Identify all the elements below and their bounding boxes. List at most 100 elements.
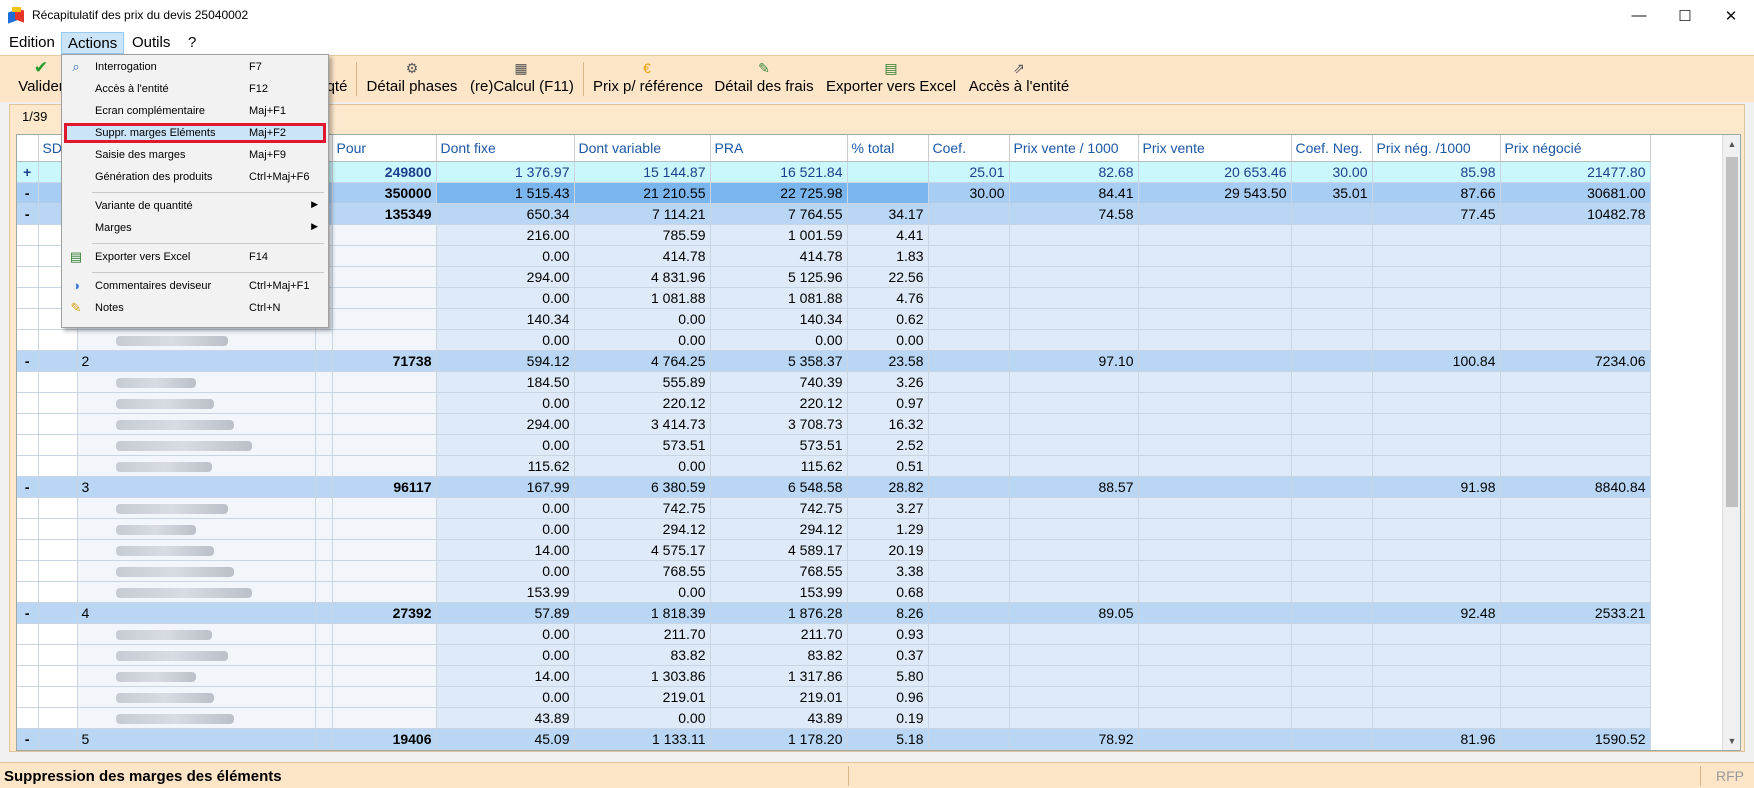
scrollbar-thumb[interactable] xyxy=(1726,157,1738,507)
menu-item-generation-des-produits[interactable]: Génération des produits Ctrl+Maj+F6 xyxy=(64,167,326,187)
menu-item-exporter-vers-excel[interactable]: ▤ Exporter vers Excel F14 xyxy=(64,247,326,267)
cell-coef xyxy=(928,476,1010,498)
cell-dont-fixe: 0.00 xyxy=(436,434,575,456)
cell-dont-variable: 0.00 xyxy=(574,329,711,351)
expand-toggle: + xyxy=(17,161,39,183)
exporter-excel-button[interactable]: ▤ Exporter vers Excel xyxy=(826,58,956,100)
cell-numero: 4 xyxy=(77,602,316,624)
table-row-detail[interactable]: 0.00 294.12 294.12 1.29 xyxy=(17,518,1651,540)
cell-prix-vente xyxy=(1138,350,1292,372)
col-pour[interactable]: Pour xyxy=(332,135,437,162)
col-prix-negocie[interactable]: Prix négocié xyxy=(1500,135,1651,162)
cell-dont-fixe: 43.89 xyxy=(436,707,575,729)
valider-button[interactable]: ✔ Valider xyxy=(16,58,66,100)
blurred-designation xyxy=(77,560,316,582)
col-coef-neg[interactable]: Coef. Neg. xyxy=(1291,135,1373,162)
table-row-detail[interactable]: 115.62 0.00 115.62 0.51 xyxy=(17,455,1651,477)
detail-phases-button[interactable]: ⚙ Détail phases xyxy=(366,58,458,100)
maximize-button[interactable]: ☐ xyxy=(1662,0,1708,31)
table-row-group[interactable]: - 5 19406 45.09 1 133.11 1 178.20 5.18 78.92 81.… xyxy=(17,728,1651,750)
col-prix-vente-1000[interactable]: Prix vente / 1000 xyxy=(1009,135,1139,162)
table-row-detail[interactable]: 0.00 83.82 83.82 0.37 xyxy=(17,644,1651,666)
col-prix-neg-1000[interactable]: Prix nég. /1000 xyxy=(1372,135,1501,162)
col-dont-variable[interactable]: Dont variable xyxy=(574,135,711,162)
checkmark-icon: ✔ xyxy=(33,58,49,77)
acces-entite-button[interactable]: ⇗ Accès à l'entité xyxy=(968,58,1070,100)
menu-item-shortcut: F12 xyxy=(249,83,268,95)
menu-edition[interactable]: Edition xyxy=(3,32,61,54)
cell-pra: 1 317.86 xyxy=(710,665,848,687)
table-row-detail[interactable]: 294.00 3 414.73 3 708.73 16.32 xyxy=(17,413,1651,435)
cell-pra: 7 764.55 xyxy=(710,203,848,225)
prix-reference-button[interactable]: € Prix p/ référence xyxy=(593,58,703,100)
cell-prix-vente: 20 653.46 xyxy=(1138,161,1292,183)
vertical-scrollbar[interactable]: ▲ ▼ xyxy=(1722,135,1740,750)
table-row-group[interactable]: - 2 71738 594.12 4 764.25 5 358.37 23.58 97.10 1… xyxy=(17,350,1651,372)
menu-item-marges[interactable]: Marges ▶ xyxy=(64,218,326,238)
cell-coef-neg xyxy=(1291,476,1373,498)
blurred-text xyxy=(115,692,214,703)
table-row-detail[interactable]: 43.89 0.00 43.89 0.19 xyxy=(17,707,1651,729)
col-coef[interactable]: Coef. xyxy=(928,135,1010,162)
menu-item-saisie-des-marges[interactable]: Saisie des marges Maj+F9 xyxy=(64,145,326,165)
menu-item-variante-de-quantite[interactable]: Variante de quantité ▶ xyxy=(64,196,326,216)
menu-item-ecran-complementaire[interactable]: Ecran complémentaire Maj+F1 xyxy=(64,101,326,121)
detail-frais-button[interactable]: ✎ Détail des frais xyxy=(714,58,814,100)
menu-item-shortcut: Maj+F1 xyxy=(249,105,286,117)
table-row-detail[interactable]: 184.50 555.89 740.39 3.26 xyxy=(17,371,1651,393)
menu-help[interactable]: ? xyxy=(182,32,202,54)
cell-pct-total: 0.51 xyxy=(847,455,929,477)
cell-dont-fixe: 216.00 xyxy=(436,224,575,246)
blurred-designation xyxy=(77,644,316,666)
cell-pct-total: 0.62 xyxy=(847,308,929,330)
menu-item-shortcut: Ctrl+Maj+F1 xyxy=(249,280,310,292)
table-row-detail[interactable]: 0.00 573.51 573.51 2.52 xyxy=(17,434,1651,456)
cell-pour xyxy=(332,665,437,687)
col-dont-fixe[interactable]: Dont fixe xyxy=(436,135,575,162)
record-counter: 1/39 xyxy=(22,109,48,124)
cell-dont-variable: 15 144.87 xyxy=(574,161,711,183)
recalcul-button[interactable]: ▦ (re)Calcul (F11) xyxy=(470,58,574,100)
cell-coef: 25.01 xyxy=(928,161,1010,183)
minimize-button[interactable]: — xyxy=(1616,0,1662,31)
col-prix-vente[interactable]: Prix vente xyxy=(1138,135,1292,162)
col-pra[interactable]: PRA xyxy=(710,135,848,162)
menu-separator xyxy=(92,272,324,273)
table-row-detail[interactable]: 153.99 0.00 153.99 0.68 xyxy=(17,581,1651,603)
table-row-detail[interactable]: 0.00 0.00 0.00 0.00 xyxy=(17,329,1651,351)
cell-prix-neg-1000: 91.98 xyxy=(1372,476,1501,498)
table-row-detail[interactable]: 0.00 211.70 211.70 0.93 xyxy=(17,623,1651,645)
table-row-detail[interactable]: 14.00 1 303.86 1 317.86 5.80 xyxy=(17,665,1651,687)
cell-prix-negocie: 30681.00 xyxy=(1500,182,1651,204)
cell-pour xyxy=(332,644,437,666)
cell-prix-negocie: 8840.84 xyxy=(1500,476,1651,498)
table-row-detail[interactable]: 0.00 742.75 742.75 3.27 xyxy=(17,497,1651,519)
calculator-icon: ▦ xyxy=(514,60,528,76)
cell-pra: 414.78 xyxy=(710,245,848,267)
menu-item-notes[interactable]: ✎ Notes Ctrl+N xyxy=(64,298,326,318)
menu-item-interrogation[interactable]: ⌕ Interrogation F7 xyxy=(64,57,326,77)
cell-pour xyxy=(332,539,437,561)
menu-item-acces-a-l-entite[interactable]: Accès à l'entité F12 xyxy=(64,79,326,99)
table-row-detail[interactable]: 0.00 219.01 219.01 0.96 xyxy=(17,686,1651,708)
menu-outils[interactable]: Outils xyxy=(126,32,176,54)
table-row-detail[interactable]: 0.00 220.12 220.12 0.97 xyxy=(17,392,1651,414)
scroll-up-icon[interactable]: ▲ xyxy=(1723,135,1740,153)
menu-item-commentaires-deviseur[interactable]: ◑ Commentaires deviseur Ctrl+Maj+F1 xyxy=(64,276,326,296)
cell-dont-fixe: 294.00 xyxy=(436,413,575,435)
menu-item-suppr-marges-elements[interactable]: Suppr. marges Eléments Maj+F2 xyxy=(64,123,326,143)
table-row-detail[interactable]: 0.00 768.55 768.55 3.38 xyxy=(17,560,1651,582)
table-row-detail[interactable]: 14.00 4 575.17 4 589.17 20.19 xyxy=(17,539,1651,561)
col-pct-total[interactable]: % total xyxy=(847,135,929,162)
scroll-down-icon[interactable]: ▼ xyxy=(1723,732,1740,750)
close-button[interactable]: ✕ xyxy=(1708,0,1754,31)
menu-item-label: Interrogation xyxy=(95,61,157,73)
cell-pour: 249800 xyxy=(332,161,437,183)
cell-dont-fixe: 153.99 xyxy=(436,581,575,603)
app-logo-icon xyxy=(8,7,25,24)
cell-prix-negocie: 1590.52 xyxy=(1500,728,1651,750)
cell-prix-vente-1000: 74.58 xyxy=(1009,203,1139,225)
menu-actions[interactable]: Actions xyxy=(61,32,125,54)
table-row-group[interactable]: - 4 27392 57.89 1 818.39 1 876.28 8.26 89.05 92.… xyxy=(17,602,1651,624)
table-row-group[interactable]: - 3 96117 167.99 6 380.59 6 548.58 28.82 88.57 9… xyxy=(17,476,1651,498)
